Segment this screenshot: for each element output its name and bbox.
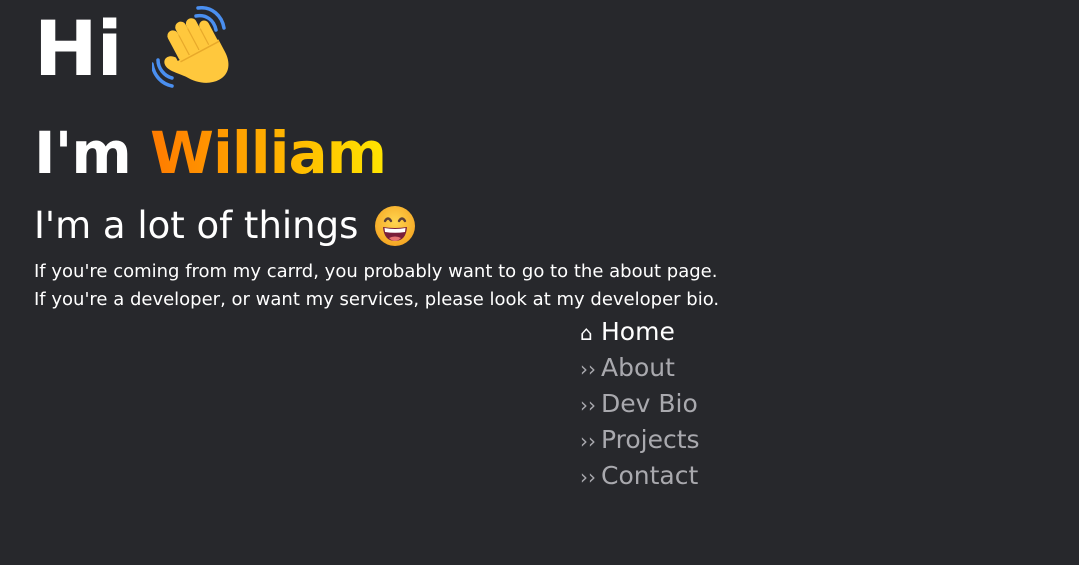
- nav-item-contact[interactable]: ›› Contact: [580, 458, 700, 494]
- intro-line-developer: If you're a developer, or want my servic…: [34, 289, 720, 310]
- home-icon: ⌂: [580, 321, 593, 345]
- greeting-text: Hi: [34, 4, 123, 93]
- nav-item-projects[interactable]: ›› Projects: [580, 422, 700, 458]
- tagline-heading: I'm a lot of things: [34, 205, 416, 247]
- intro-text: If you're coming from my carrd, you prob…: [34, 258, 719, 314]
- main-nav: ⌂ Home ›› About ›› Dev Bio ›› Projects ›› Con…: [580, 314, 700, 494]
- double-chevron-icon: ››: [580, 357, 596, 381]
- greeting-heading: Hi: [34, 6, 238, 92]
- grinning-face-icon: [374, 205, 416, 247]
- double-chevron-icon: ››: [580, 429, 596, 453]
- nav-item-label: Dev Bio: [601, 389, 698, 418]
- nav-item-label: About: [601, 353, 675, 382]
- name-heading: I'm William: [34, 124, 387, 182]
- tagline-text: I'm a lot of things: [34, 203, 359, 247]
- double-chevron-icon: ››: [580, 393, 596, 417]
- nav-item-label: Home: [601, 317, 675, 346]
- nav-item-home[interactable]: ⌂ Home: [580, 314, 700, 350]
- intro-line-carrd: If you're coming from my carrd, you prob…: [34, 261, 718, 282]
- name-prefix: I'm: [34, 119, 150, 187]
- nav-item-label: Contact: [601, 461, 699, 490]
- nav-item-about[interactable]: ›› About: [580, 350, 700, 386]
- waving-hand-icon: [149, 6, 238, 92]
- nav-item-label: Projects: [601, 425, 700, 454]
- double-chevron-icon: ››: [580, 465, 596, 489]
- nav-item-dev-bio[interactable]: ›› Dev Bio: [580, 386, 700, 422]
- name-highlight: William: [149, 119, 387, 187]
